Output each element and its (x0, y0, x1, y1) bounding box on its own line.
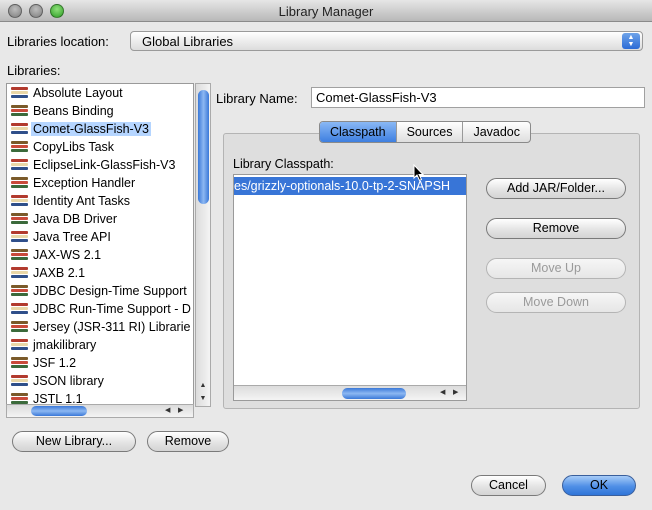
library-books-icon (11, 285, 28, 299)
library-item-label: JAXB 2.1 (33, 266, 86, 280)
scrollbar-thumb[interactable] (31, 406, 87, 416)
library-books-icon (11, 231, 28, 245)
scroll-down-arrow-icon[interactable]: ▼ (196, 392, 210, 405)
title-bar[interactable]: Library Manager (0, 0, 652, 22)
library-item-label: Beans Binding (33, 104, 114, 118)
library-list-item[interactable]: jmakilibrary (7, 337, 193, 355)
scroll-left-arrow-icon[interactable]: ◀ (440, 387, 445, 399)
remove-classpath-button[interactable]: Remove (486, 218, 626, 239)
library-books-icon (11, 321, 28, 335)
select-arrows-icon: ▲ ▼ (622, 33, 640, 49)
library-list-item[interactable]: JAXB 2.1 (7, 265, 193, 283)
library-list-item[interactable]: Comet-GlassFish-V3 (7, 121, 193, 139)
library-list-item[interactable]: JDBC Design-Time Support (7, 283, 193, 301)
libraries-horizontal-scrollbar[interactable]: ◀ ▶ (6, 404, 194, 418)
library-books-icon (11, 87, 28, 101)
classpath-horizontal-scrollbar[interactable]: ◀ ▶ (234, 385, 466, 400)
libraries-location-value: Global Libraries (142, 34, 234, 49)
library-tabs: Classpath Sources Javadoc (319, 121, 532, 143)
library-list-item[interactable]: JSF 1.2 (7, 355, 193, 373)
library-books-icon (11, 303, 28, 317)
library-list-item[interactable]: Java DB Driver (7, 211, 193, 229)
scroll-left-arrow-icon[interactable]: ◀ (165, 405, 170, 417)
library-list-item[interactable]: Exception Handler (7, 175, 193, 193)
library-list-item[interactable]: CopyLibs Task (7, 139, 193, 157)
library-books-icon (11, 195, 28, 209)
library-item-label: Exception Handler (33, 176, 136, 190)
scroll-up-arrow-icon[interactable]: ▲ (196, 379, 210, 392)
library-books-icon (11, 177, 28, 191)
library-books-icon (11, 375, 28, 389)
library-books-icon (11, 267, 28, 281)
library-item-label: EclipseLink-GlassFish-V3 (33, 158, 176, 172)
library-item-label: Jersey (JSR-311 RI) Librarie (33, 320, 191, 334)
library-list-item[interactable]: Beans Binding (7, 103, 193, 121)
remove-library-button[interactable]: Remove (147, 431, 229, 452)
scroll-right-arrow-icon[interactable]: ▶ (453, 387, 458, 399)
move-up-button[interactable]: Move Up (486, 258, 626, 279)
library-books-icon (11, 105, 28, 119)
library-name-value: Comet-GlassFish-V3 (316, 90, 437, 105)
libraries-location-select[interactable]: Global Libraries ▲ ▼ (130, 31, 643, 51)
library-list-item[interactable]: Identity Ant Tasks (7, 193, 193, 211)
library-books-icon (11, 357, 28, 371)
move-down-button[interactable]: Move Down (486, 292, 626, 313)
library-books-icon (11, 159, 28, 173)
classpath-list[interactable]: es/grizzly-optionals-10.0-tp-2-SNAPSH ◀ … (233, 174, 467, 401)
library-name-label: Library Name: (216, 91, 298, 106)
library-books-icon (11, 123, 28, 137)
library-books-icon (11, 249, 28, 263)
library-item-label: JDBC Design-Time Support (33, 284, 187, 298)
library-books-icon (11, 141, 28, 155)
library-list-item[interactable]: EclipseLink-GlassFish-V3 (7, 157, 193, 175)
library-list-item[interactable]: Jersey (JSR-311 RI) Librarie (7, 319, 193, 337)
library-name-field[interactable]: Comet-GlassFish-V3 (311, 87, 645, 108)
library-list-item[interactable]: JAX-WS 2.1 (7, 247, 193, 265)
libraries-label: Libraries: (7, 63, 61, 78)
libraries-list[interactable]: Absolute Layout Beans Binding Comet-GlassF… (6, 83, 194, 406)
library-item-label: Java Tree API (33, 230, 111, 244)
new-library-button[interactable]: New Library... (12, 431, 136, 452)
classpath-entry[interactable]: es/grizzly-optionals-10.0-tp-2-SNAPSH (234, 177, 466, 195)
library-item-label: JSON library (33, 374, 104, 388)
scroll-right-arrow-icon[interactable]: ▶ (178, 405, 183, 417)
libraries-location-label: Libraries location: (7, 34, 109, 49)
library-item-label: Absolute Layout (33, 86, 123, 100)
library-list-item[interactable]: JSON library (7, 373, 193, 391)
library-item-label: jmakilibrary (33, 338, 97, 352)
library-classpath-label: Library Classpath: (233, 157, 334, 171)
library-item-label: Identity Ant Tasks (33, 194, 131, 208)
library-books-icon (11, 213, 28, 227)
ok-button[interactable]: OK (562, 475, 636, 496)
library-item-label: JDBC Run-Time Support - D (33, 302, 191, 316)
mouse-pointer-icon (413, 164, 425, 182)
library-manager-window: Library Manager Libraries location: Glob… (0, 0, 652, 510)
library-item-label: JSF 1.2 (33, 356, 77, 370)
tab-javadoc[interactable]: Javadoc (462, 122, 530, 142)
window-title: Library Manager (278, 4, 374, 19)
library-list-item[interactable]: Java Tree API (7, 229, 193, 247)
library-list-item[interactable]: JDBC Run-Time Support - D (7, 301, 193, 319)
library-item-label: CopyLibs Task (33, 140, 115, 154)
library-list-item[interactable]: Absolute Layout (7, 85, 193, 103)
scrollbar-thumb[interactable] (342, 388, 406, 399)
tab-sources[interactable]: Sources (395, 122, 463, 142)
library-books-icon (11, 339, 28, 353)
library-item-label: JAX-WS 2.1 (33, 248, 102, 262)
library-item-label: Comet-GlassFish-V3 (31, 122, 151, 136)
library-item-label: Java DB Driver (33, 212, 118, 226)
libraries-vertical-scrollbar[interactable]: ▲ ▼ (195, 83, 211, 407)
scrollbar-thumb[interactable] (198, 90, 209, 204)
add-jar-folder-button[interactable]: Add JAR/Folder... (486, 178, 626, 199)
cancel-button[interactable]: Cancel (471, 475, 546, 496)
tab-classpath[interactable]: Classpath (320, 122, 396, 142)
